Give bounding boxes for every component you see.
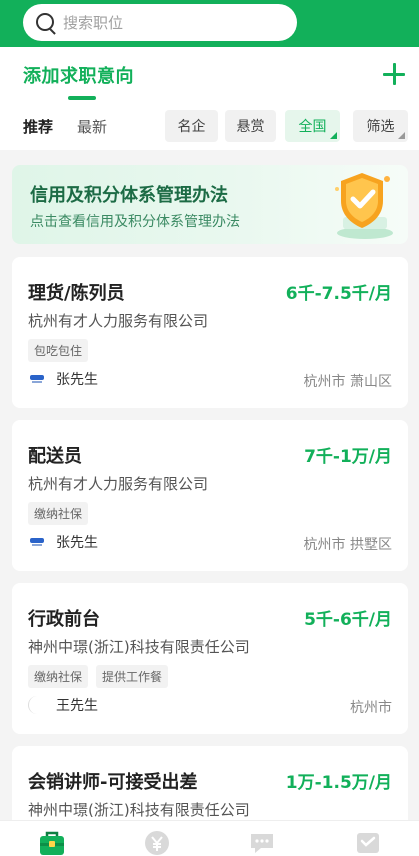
job-intent-header: 添加求职意向 推荐 最新 名企 悬赏 全国 筛选 — [0, 47, 419, 150]
filter-region[interactable]: 全国 — [285, 110, 340, 142]
job-title: 行政前台 — [28, 609, 100, 630]
benefit-tag: 缴纳社保 — [28, 502, 89, 525]
plus-icon[interactable] — [383, 63, 405, 85]
tab-latest[interactable]: 最新 — [77, 116, 107, 137]
job-salary: 5千-6千/月 — [304, 610, 392, 630]
recruiter: 王先生 — [28, 695, 98, 715]
filter-more[interactable]: 筛选 — [353, 110, 408, 142]
job-location: 杭州市 萧山区 — [303, 374, 392, 390]
job-card[interactable]: 行政前台 5千-6千/月 神州中璟(浙江)科技有限责任公司 缴纳社保 提供工作餐… — [12, 583, 408, 734]
dropdown-triangle-icon — [398, 132, 405, 139]
filter-famous-company[interactable]: 名企 — [165, 110, 218, 142]
search-input[interactable]: 搜索职位 — [23, 4, 297, 41]
search-placeholder: 搜索职位 — [63, 14, 124, 32]
job-salary: 1万-1.5万/月 — [285, 773, 392, 793]
dropdown-triangle-icon — [330, 132, 337, 139]
recruiter-name: 张先生 — [56, 372, 98, 388]
job-title: 理货/陈列员 — [28, 283, 125, 304]
job-card[interactable]: 配送员 7千-1万/月 杭州有才人力服务有限公司 缴纳社保 张先生 杭州市 拱墅… — [12, 420, 408, 571]
recruiter: 张先生 — [28, 369, 98, 389]
yen-icon[interactable] — [143, 829, 171, 856]
filter-famous-company-label: 名企 — [177, 119, 206, 135]
job-salary: 7千-1万/月 — [304, 447, 392, 467]
profile-icon[interactable] — [354, 829, 382, 856]
benefit-tags: 缴纳社保 — [28, 502, 89, 525]
benefit-tag: 提供工作餐 — [96, 665, 169, 688]
banner-title: 信用及积分体系管理办法 — [30, 185, 228, 206]
job-salary: 6千-7.5千/月 — [285, 284, 392, 304]
company-name: 神州中璟(浙江)科技有限责任公司 — [28, 801, 250, 819]
shield-check-icon — [335, 173, 393, 239]
benefit-tag: 缴纳社保 — [28, 665, 89, 688]
bottom-navigation — [0, 820, 419, 856]
benefit-tags: 包吃包住 — [28, 339, 89, 362]
banner-subtitle: 点击查看信用及积分体系管理办法 — [30, 214, 240, 230]
job-card[interactable]: 理货/陈列员 6千-7.5千/月 杭州有才人力服务有限公司 包吃包住 张先生 杭… — [12, 257, 408, 408]
benefit-tags: 缴纳社保 提供工作餐 — [28, 665, 169, 688]
filter-reward-label: 悬赏 — [236, 119, 265, 135]
filter-reward[interactable]: 悬赏 — [225, 110, 276, 142]
filter-more-label: 筛选 — [366, 119, 395, 135]
chat-icon[interactable] — [248, 829, 276, 856]
company-name: 杭州有才人力服务有限公司 — [28, 475, 209, 493]
active-tab-indicator — [68, 96, 96, 100]
filter-region-label: 全国 — [298, 119, 327, 135]
recruiter-name: 王先生 — [56, 698, 98, 714]
job-title: 会销讲师-可接受出差 — [28, 772, 198, 793]
company-name: 杭州有才人力服务有限公司 — [28, 312, 209, 330]
recruiter-avatar — [28, 533, 46, 551]
job-location: 杭州市 — [350, 700, 392, 716]
search-icon — [35, 12, 57, 34]
recruiter-name: 张先生 — [56, 535, 98, 551]
benefit-tag: 包吃包住 — [28, 339, 89, 362]
credit-policy-banner[interactable]: 信用及积分体系管理办法 点击查看信用及积分体系管理办法 — [12, 165, 408, 244]
tab-recommended[interactable]: 推荐 — [23, 116, 53, 137]
job-title: 配送员 — [28, 446, 82, 467]
company-name: 神州中璟(浙江)科技有限责任公司 — [28, 638, 250, 656]
add-job-intent-tab[interactable]: 添加求职意向 — [23, 62, 134, 88]
recruiter-avatar — [28, 696, 46, 714]
recruiter-avatar — [28, 370, 46, 388]
top-bar: 搜索职位 — [0, 0, 419, 47]
recruiter: 张先生 — [28, 532, 98, 552]
job-location: 杭州市 拱墅区 — [303, 537, 392, 553]
briefcase-icon[interactable] — [38, 829, 66, 856]
